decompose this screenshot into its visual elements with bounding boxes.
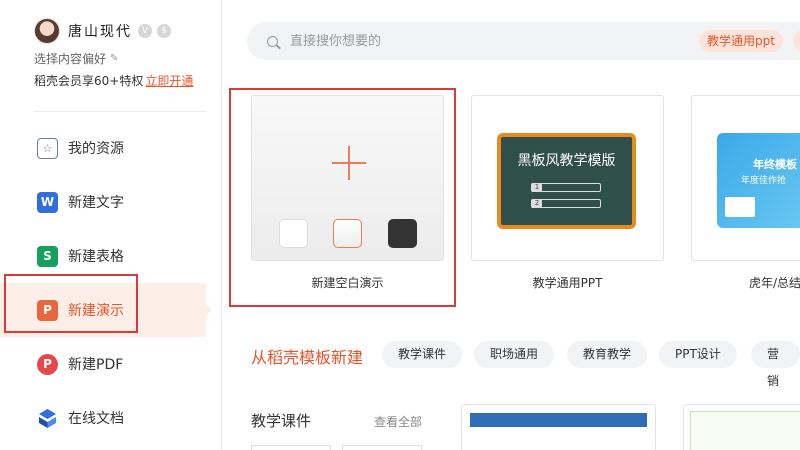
search-tag[interactable]: 教学通用ppt — [699, 30, 783, 52]
see-all-link[interactable]: 查看全部 — [374, 413, 422, 430]
subsection-title: 教学课件 — [251, 412, 312, 430]
search-input[interactable] — [290, 33, 670, 49]
spreadsheet-icon: S — [37, 245, 58, 267]
coin-badge-icon: $ — [157, 24, 171, 38]
template-thumbnail[interactable] — [683, 404, 800, 450]
content-preference-link[interactable]: 选择内容偏好 ✎ — [34, 50, 118, 67]
resources-icon: ☆ — [37, 137, 58, 159]
category-pill[interactable]: 营销 — [751, 341, 800, 388]
search-icon — [267, 35, 278, 47]
chalkboard-line-number: 1 — [532, 183, 542, 192]
search-tag[interactable] — [793, 30, 800, 52]
category-pill[interactable]: PPT设计 — [659, 341, 737, 368]
sidebar-item-label: 新建文字 — [68, 195, 124, 211]
chalkboard-thumbnail: 黑板风教学模版 1 2 — [497, 133, 636, 229]
template-card-chalkboard[interactable]: 黑板风教学模版 1 2 — [471, 95, 664, 261]
category-pill[interactable]: 教学课件 — [382, 341, 463, 368]
sidebar-item-label: 我的资源 — [68, 141, 124, 157]
sidebar-item-label: 新建PDF — [68, 357, 124, 373]
sidebar-item-label: 新建表格 — [68, 249, 124, 265]
sidebar-item-label: 在线文档 — [68, 411, 124, 427]
template-thumbnail[interactable] — [342, 445, 422, 450]
section-title: 从稻壳模板新建 — [251, 348, 364, 367]
template-card-year-end[interactable]: 年终模板 年度佳作抢 — [691, 95, 800, 261]
thumbnail-banner — [470, 413, 647, 427]
vip-open-link[interactable]: 立即开通 — [145, 74, 193, 88]
user-profile[interactable]: 唐山现代 V $ — [34, 18, 171, 44]
username: 唐山现代 — [68, 24, 132, 40]
year-end-title: 年终模板 — [753, 158, 797, 171]
content-preference-label: 选择内容偏好 — [34, 52, 107, 66]
pencil-icon: ✎ — [110, 53, 119, 64]
sidebar-item-new-writer[interactable]: W 新建文字 — [0, 175, 222, 229]
chalkboard-line: 2 — [531, 199, 601, 208]
vip-badge-icon: V — [138, 24, 152, 38]
chalkboard-line: 1 — [531, 183, 601, 192]
writer-icon: W — [37, 191, 58, 213]
avatar[interactable] — [34, 18, 60, 44]
category-pill[interactable]: 职场通用 — [474, 341, 555, 368]
vip-promo-text: 稻壳会员享60+特权 — [34, 74, 144, 88]
pdf-icon: P — [37, 353, 58, 375]
sidebar-item-new-pdf[interactable]: P 新建PDF — [0, 337, 222, 391]
chart-icon — [725, 197, 755, 217]
thumbnail-frame — [690, 411, 800, 450]
sidebar: 唐山现代 V $ 选择内容偏好 ✎ 稻壳会员享60+特权 立即开通 ☆ 我的资源 … — [0, 0, 222, 450]
search-bar[interactable]: 教学通用ppt — [247, 22, 800, 60]
online-doc-icon — [37, 408, 58, 429]
chalkboard-title: 黑板风教学模版 — [517, 153, 616, 169]
chalkboard-line-number: 2 — [532, 199, 542, 208]
sidebar-item-online-docs[interactable]: 在线文档 — [0, 391, 222, 445]
template-label-chalkboard[interactable]: 教学通用PPT — [471, 274, 664, 291]
highlight-box-card — [229, 88, 456, 307]
year-end-thumbnail: 年终模板 年度佳作抢 — [717, 133, 800, 228]
sidebar-item-my-resources[interactable]: ☆ 我的资源 — [0, 121, 222, 175]
highlight-box-nav — [4, 274, 138, 333]
year-end-subtitle: 年度佳作抢 — [741, 176, 787, 186]
category-pill[interactable]: 教育教学 — [567, 341, 648, 368]
template-thumbnail[interactable] — [461, 404, 656, 450]
template-label-year-end[interactable]: 虎年/总结 — [691, 274, 800, 291]
sidebar-divider — [34, 111, 206, 112]
vip-promo: 稻壳会员享60+特权 立即开通 — [34, 72, 193, 89]
template-thumbnail[interactable] — [251, 445, 331, 450]
